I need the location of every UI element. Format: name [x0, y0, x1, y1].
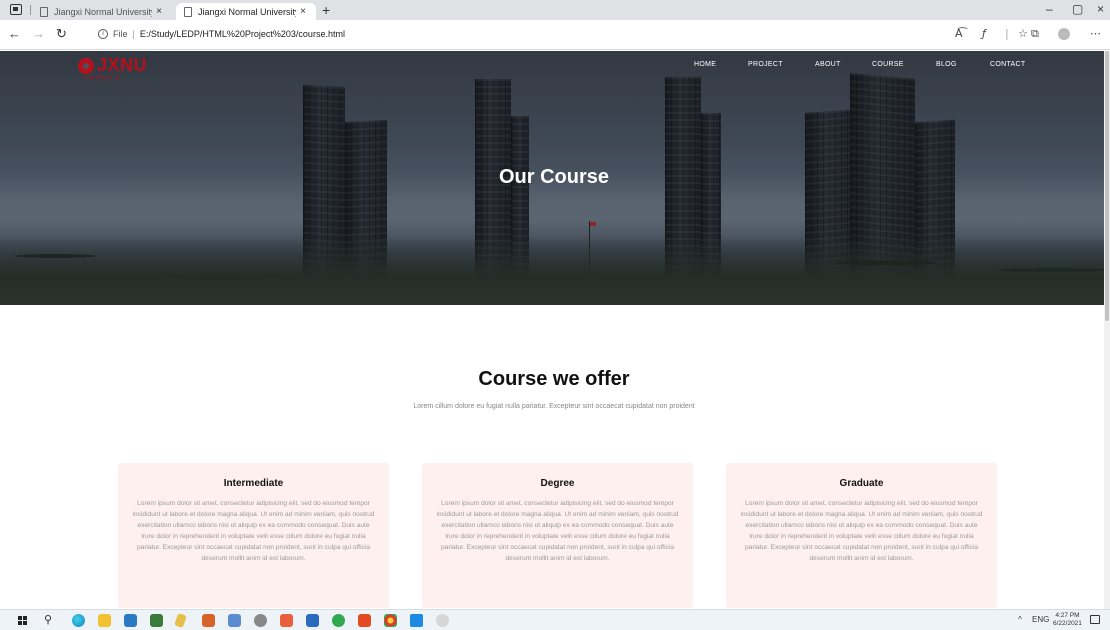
- more-menu-icon[interactable]: ⋯: [1090, 27, 1101, 40]
- collections-icon[interactable]: ⧉: [1031, 27, 1039, 41]
- language-indicator[interactable]: ENG: [1032, 615, 1049, 624]
- card-body: Lorem ipsum dolor sit amet, consectetur …: [436, 500, 679, 562]
- read-aloud-icon[interactable]: A͡: [955, 27, 963, 40]
- page-icon: [40, 6, 48, 17]
- tab-divider: [30, 5, 31, 15]
- profile-avatar[interactable]: [1058, 28, 1070, 40]
- office-app-icon[interactable]: [280, 614, 293, 627]
- logo-subtitle: 江 西 师 范 大 学: [83, 76, 120, 82]
- search-icon[interactable]: ⚲: [44, 613, 52, 626]
- favorites-icon[interactable]: ☆: [1018, 27, 1028, 40]
- nav-course[interactable]: COURSE: [872, 61, 904, 68]
- nav-home[interactable]: HOME: [694, 61, 716, 68]
- nav-contact[interactable]: CONTACT: [990, 61, 1025, 68]
- window-menu-icon[interactable]: [10, 4, 22, 15]
- chrome-icon[interactable]: [384, 614, 397, 627]
- back-arrow-icon[interactable]: ←: [8, 26, 21, 41]
- system-clock[interactable]: 4:27 PM 6/22/2021: [1053, 612, 1082, 628]
- minecraft-icon[interactable]: [150, 614, 163, 627]
- page-icon: [184, 6, 192, 17]
- misc-app-icon[interactable]: [436, 614, 449, 627]
- chat-app-icon[interactable]: [332, 614, 345, 627]
- nav-project[interactable]: PROJECT: [748, 61, 783, 68]
- course-card-graduate: Graduate Lorem ipsum dolor sit amet, con…: [726, 463, 997, 608]
- page-scrollbar[interactable]: [1104, 51, 1110, 609]
- section-title: Course we offer: [478, 368, 630, 390]
- tray-expand-icon[interactable]: ^: [1018, 615, 1022, 624]
- course-card-intermediate: Intermediate Lorem ipsum dolor sit amet,…: [118, 463, 389, 608]
- url-separator: |: [132, 29, 135, 39]
- scrollbar-thumb[interactable]: [1105, 51, 1109, 321]
- url-field[interactable]: i File | E:/Study/LEDP/HTML%20Project%20…: [98, 29, 345, 39]
- font-icon[interactable]: ƒ: [982, 27, 986, 40]
- tab-label: Jiangxi Normal University: [198, 6, 296, 17]
- close-icon[interactable]: ×: [152, 6, 166, 17]
- new-tab-button[interactable]: +: [322, 2, 330, 18]
- url-text: E:/Study/LEDP/HTML%20Project%203/course.…: [139, 29, 345, 39]
- windows-taskbar: ⚲ ^ ENG 4:27 PM 6/22/2021: [0, 609, 1110, 630]
- address-bar: ← → ↻ i File | E:/Study/LEDP/HTML%20Proj…: [0, 20, 1110, 50]
- minimize-button[interactable]: –: [1046, 2, 1053, 16]
- file-explorer-icon[interactable]: [98, 614, 111, 627]
- maximize-button[interactable]: ▢: [1072, 2, 1083, 16]
- tab-active[interactable]: Jiangxi Normal University ×: [176, 3, 316, 20]
- browser-tab-strip: Jiangxi Normal University × Jiangxi Norm…: [0, 0, 1110, 20]
- nav-blog[interactable]: BLOG: [936, 61, 957, 68]
- paint-app-icon[interactable]: [202, 614, 215, 627]
- clock-date: 6/22/2021: [1053, 620, 1082, 627]
- notification-icon[interactable]: [1090, 615, 1100, 624]
- card-title: Degree: [540, 478, 575, 489]
- course-card-degree: Degree Lorem ipsum dolor sit amet, conse…: [422, 463, 693, 608]
- logo-emblem-icon: [78, 58, 94, 74]
- edge-browser-icon[interactable]: [72, 614, 85, 627]
- info-icon[interactable]: i: [98, 29, 108, 39]
- word-app-icon[interactable]: [306, 614, 319, 627]
- card-body: Lorem ipsum dolor sit amet, consectetur …: [132, 500, 375, 562]
- start-windows-icon[interactable]: [18, 616, 27, 625]
- tab-label: Jiangxi Normal University: [54, 6, 152, 17]
- card-body: Lorem ipsum dolor sit amet, consectetur …: [740, 500, 983, 562]
- close-window-button[interactable]: ×: [1097, 2, 1104, 16]
- tab-inactive[interactable]: Jiangxi Normal University ×: [32, 3, 172, 20]
- card-title: Graduate: [839, 478, 884, 489]
- card-title: Intermediate: [223, 478, 284, 489]
- pencil-app-icon[interactable]: [174, 612, 187, 629]
- store-icon[interactable]: [124, 614, 137, 627]
- office-suite-icon[interactable]: [358, 614, 371, 627]
- nav-about[interactable]: ABOUT: [815, 61, 841, 68]
- media-player-icon[interactable]: [228, 614, 241, 627]
- url-scheme-label: File: [113, 29, 128, 39]
- section-subtitle: Lorem cillum dolore eu fugiat nulla pari…: [413, 403, 695, 410]
- hero-title: Our Course: [498, 166, 610, 188]
- vscode-icon[interactable]: [410, 614, 423, 627]
- settings-gear-icon[interactable]: [254, 614, 267, 627]
- logo-name: JXNU: [97, 55, 148, 75]
- refresh-icon[interactable]: ↻: [56, 26, 67, 42]
- divider-icon: |: [1005, 27, 1009, 40]
- forward-arrow-icon[interactable]: →: [32, 26, 45, 41]
- clock-time: 4:27 PM: [1055, 612, 1080, 619]
- close-icon[interactable]: ×: [296, 6, 310, 17]
